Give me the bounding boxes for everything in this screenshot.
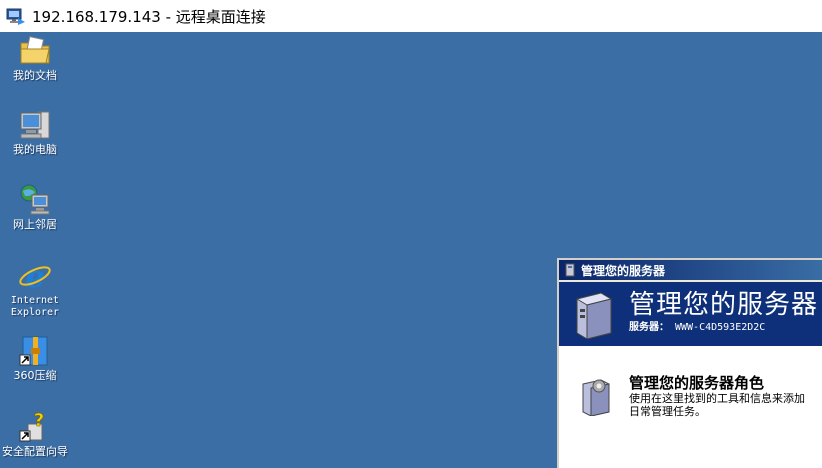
manage-server-window[interactable]: 管理您的服务器 管理您的服务器 服务器： WWW-C4D593E2D2C 管理您的… xyxy=(557,258,822,468)
section-description-line: 使用在这里找到的工具和信息来添加 xyxy=(629,392,805,405)
server-banner: 管理您的服务器 服务器： WWW-C4D593E2D2C xyxy=(559,282,822,346)
desktop-icon-my-computer[interactable]: 我的电脑 xyxy=(0,108,70,156)
section-heading: 管理您的服务器角色 xyxy=(629,374,765,392)
banner-heading: 管理您的服务器 xyxy=(629,290,819,320)
window-titlebar[interactable]: 管理您的服务器 xyxy=(559,260,822,280)
window-title: 192.168.179.143 - 远程桌面连接 xyxy=(32,7,266,26)
section-description-line: 日常管理任务。 xyxy=(629,405,706,418)
remote-desktop-icon xyxy=(6,8,25,25)
server-icon xyxy=(565,263,575,277)
window-title: 管理您的服务器 xyxy=(581,263,666,278)
internet-explorer-icon: e xyxy=(19,260,51,293)
desktop-icon-label: 网上邻居 xyxy=(13,218,57,231)
desktop-icon-label: 360压缩 xyxy=(13,369,57,382)
desktop-icon-security-wizard[interactable]: ? 安全配置向导 xyxy=(0,410,70,458)
desktop-icon-label: 我的电脑 xyxy=(13,143,57,156)
my-documents-icon xyxy=(20,36,50,64)
desktop-icon-label: Internet Explorer xyxy=(10,295,60,318)
desktop-icon-label: 安全配置向导 xyxy=(2,445,68,458)
rdp-titlebar[interactable]: 192.168.179.143 - 远程桌面连接 xyxy=(0,0,822,32)
network-places-icon xyxy=(20,184,50,215)
section-description: 使用在这里找到的工具和信息来添加 日常管理任务。 xyxy=(629,392,805,418)
window-content: 管理您的服务器角色 使用在这里找到的工具和信息来添加 日常管理任务。 xyxy=(559,346,822,468)
desktop-icon-network-places[interactable]: 网上邻居 xyxy=(0,183,70,231)
security-wizard-icon: ? xyxy=(19,410,45,442)
my-computer-icon xyxy=(20,111,50,139)
desktop-icon-label: 我的文档 xyxy=(13,69,57,82)
svg-text:e: e xyxy=(25,260,44,293)
server-name-row: 服务器： WWW-C4D593E2D2C xyxy=(629,318,765,333)
360-zip-icon xyxy=(19,336,48,366)
server-roles-icon xyxy=(582,379,610,416)
server-label: 服务器： xyxy=(629,322,669,333)
desktop-icon-360-zip[interactable]: 360压缩 xyxy=(0,334,70,382)
svg-text:?: ? xyxy=(34,410,44,431)
desktop-icon-internet-explorer[interactable]: e Internet Explorer xyxy=(0,259,70,319)
server-name: WWW-C4D593E2D2C xyxy=(675,322,766,333)
desktop-icon-my-documents[interactable]: 我的文档 xyxy=(0,34,70,82)
server-tower-icon xyxy=(575,292,613,339)
